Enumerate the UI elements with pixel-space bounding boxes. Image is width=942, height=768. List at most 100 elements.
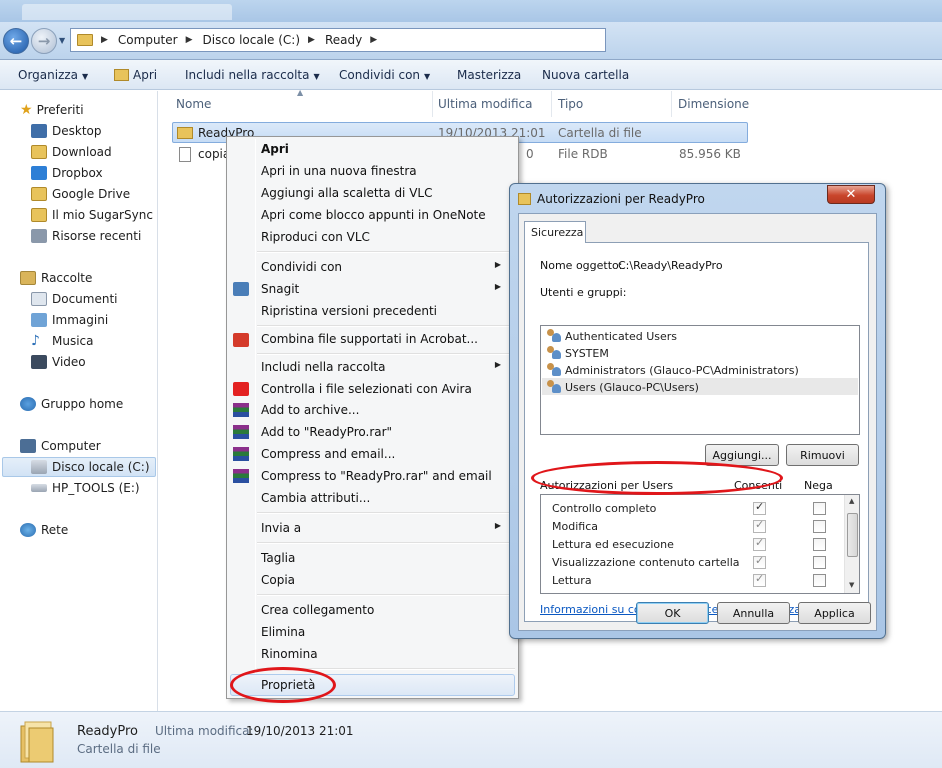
menu-item-onenote[interactable]: Apri come blocco appunti in OneNote xyxy=(261,208,486,222)
list-item[interactable]: Users (Glauco-PC\Users) xyxy=(546,379,699,395)
groups-label: Utenti e gruppi: xyxy=(540,286,627,299)
nav-computer[interactable]: Computer xyxy=(20,437,101,455)
column-divider[interactable] xyxy=(551,91,552,117)
allow-checkbox[interactable] xyxy=(753,500,766,515)
list-item[interactable]: Authenticated Users xyxy=(546,328,677,344)
chevron-right-icon[interactable]: ▶ xyxy=(186,35,193,45)
scrollbar[interactable]: ▲ ▼ xyxy=(844,495,859,593)
nav-item-video[interactable]: Video xyxy=(31,353,86,371)
allow-checkbox[interactable] xyxy=(753,572,766,587)
menu-item-change-attributes[interactable]: Cambia attributi... xyxy=(261,491,370,505)
pictures-icon xyxy=(31,313,47,327)
nav-item-recent[interactable]: Risorse recenti xyxy=(31,227,141,245)
chevron-right-icon[interactable]: ▶ xyxy=(308,35,315,45)
apply-button[interactable]: Applica xyxy=(798,602,871,624)
column-header-name[interactable]: Nome xyxy=(176,97,211,111)
include-in-library-button[interactable]: Includi nella raccolta ▼ xyxy=(185,68,320,82)
menu-item-open[interactable]: Apri xyxy=(261,142,289,156)
column-divider[interactable] xyxy=(432,91,433,117)
burn-button[interactable]: Masterizza xyxy=(457,68,521,82)
nav-item-pictures[interactable]: Immagini xyxy=(31,311,108,329)
nav-item-google-drive[interactable]: Google Drive xyxy=(31,185,130,203)
menu-item-rename[interactable]: Rinomina xyxy=(261,647,318,661)
breadcrumb-computer[interactable]: Computer xyxy=(118,33,178,47)
allow-checkbox[interactable] xyxy=(753,536,766,551)
open-button[interactable]: Apri xyxy=(114,68,157,82)
menu-item-snagit[interactable]: Snagit ▶ xyxy=(261,282,511,296)
nav-libraries[interactable]: Raccolte xyxy=(20,269,92,287)
nav-network[interactable]: Rete xyxy=(20,521,68,539)
breadcrumb-disco-locale[interactable]: Disco locale (C:) xyxy=(203,33,301,47)
menu-item-add-archive[interactable]: Add to archive... xyxy=(261,403,359,417)
deny-checkbox[interactable] xyxy=(813,520,826,533)
menu-item-delete[interactable]: Elimina xyxy=(261,625,305,639)
column-header-modified[interactable]: Ultima modifica xyxy=(438,97,533,111)
file-modified: 0 xyxy=(526,147,534,161)
list-item[interactable]: SYSTEM xyxy=(546,345,609,361)
cancel-button[interactable]: Annulla xyxy=(717,602,790,624)
organize-button[interactable]: Organizza ▼ xyxy=(18,68,88,82)
dialog-body: Sicurezza Nome oggetto: C:\Ready\ReadyPr… xyxy=(518,213,877,631)
forward-button[interactable]: → xyxy=(31,28,57,54)
address-field[interactable]: ▶ Computer ▶ Disco locale (C:) ▶ Ready ▶ xyxy=(70,28,606,52)
submenu-arrow-icon: ▶ xyxy=(494,360,501,369)
menu-item-play-vlc[interactable]: Riproduci con VLC xyxy=(261,230,370,244)
allow-checkbox[interactable] xyxy=(753,518,766,533)
ok-button[interactable]: OK xyxy=(636,602,709,624)
share-with-button[interactable]: Condividi con ▼ xyxy=(339,68,430,82)
column-divider[interactable] xyxy=(671,91,672,117)
nav-homegroup[interactable]: Gruppo home xyxy=(20,395,123,413)
tab-security[interactable]: Sicurezza xyxy=(524,221,586,243)
permission-name: Lettura ed esecuzione xyxy=(552,538,674,551)
nav-item-hp-tools[interactable]: HP_TOOLS (E:) xyxy=(31,479,140,497)
menu-item-avira[interactable]: Controlla i file selezionati con Avira xyxy=(261,382,472,396)
nav-item-desktop[interactable]: Desktop xyxy=(31,122,102,140)
dropbox-icon xyxy=(31,166,47,180)
menu-item-vlc-playlist[interactable]: Aggiungi alla scaletta di VLC xyxy=(261,186,432,200)
menu-item-compress-rar-email[interactable]: Compress to "ReadyPro.rar" and email xyxy=(261,469,492,483)
remove-button[interactable]: Rimuovi xyxy=(786,444,859,466)
menu-item-compress-email[interactable]: Compress and email... xyxy=(261,447,395,461)
menu-item-acrobat[interactable]: Combina file supportati in Acrobat... xyxy=(261,332,478,346)
allow-checkbox[interactable] xyxy=(753,554,766,569)
list-item[interactable]: Administrators (Glauco-PC\Administrators… xyxy=(546,362,799,378)
column-header-size[interactable]: Dimensione xyxy=(678,97,749,111)
menu-item-include-library[interactable]: Includi nella raccolta ▶ xyxy=(261,360,511,374)
deny-checkbox[interactable] xyxy=(813,574,826,587)
menu-item-send-to[interactable]: Invia a ▶ xyxy=(261,521,511,535)
users-list[interactable]: Authenticated Users SYSTEM Administrator… xyxy=(540,325,860,435)
winrar-icon xyxy=(233,469,249,483)
new-folder-button[interactable]: Nuova cartella xyxy=(542,68,629,82)
menu-item-create-shortcut[interactable]: Crea collegamento xyxy=(261,603,374,617)
nav-item-music[interactable]: ♪ Musica xyxy=(31,332,94,350)
scroll-up-icon[interactable]: ▲ xyxy=(849,497,854,505)
scrollbar-thumb[interactable] xyxy=(847,513,858,557)
menu-item-cut[interactable]: Taglia xyxy=(261,551,295,565)
nav-item-documents[interactable]: Documenti xyxy=(31,290,118,308)
close-button[interactable]: ✕ xyxy=(827,185,875,204)
column-header-type[interactable]: Tipo xyxy=(558,97,583,111)
nav-item-dropbox[interactable]: Dropbox xyxy=(31,164,103,182)
history-dropdown-icon[interactable]: ▼ xyxy=(59,36,65,45)
menu-separator xyxy=(257,594,515,596)
nav-item-local-disk[interactable]: Disco locale (C:) xyxy=(31,458,150,476)
menu-item-restore-versions[interactable]: Ripristina versioni precedenti xyxy=(261,304,437,318)
menu-item-share-with[interactable]: Condividi con ▶ xyxy=(261,260,511,274)
menu-item-open-new-window[interactable]: Apri in una nuova finestra xyxy=(261,164,417,178)
chevron-right-icon[interactable]: ▶ xyxy=(370,35,377,45)
back-button[interactable]: ← xyxy=(3,28,29,54)
folder-icon xyxy=(518,193,531,205)
deny-checkbox[interactable] xyxy=(813,502,826,515)
chevron-right-icon[interactable]: ▶ xyxy=(101,35,108,45)
breadcrumb-ready[interactable]: Ready xyxy=(325,33,362,47)
nav-item-sugarsync[interactable]: Il mio SugarSync xyxy=(31,206,153,224)
scroll-down-icon[interactable]: ▼ xyxy=(849,581,854,589)
nav-favorites[interactable]: ★ Preferiti xyxy=(20,101,84,119)
nav-item-download[interactable]: Download xyxy=(31,143,112,161)
submenu-arrow-icon: ▶ xyxy=(494,521,501,530)
deny-checkbox[interactable] xyxy=(813,538,826,551)
deny-checkbox[interactable] xyxy=(813,556,826,569)
winrar-icon xyxy=(233,425,249,439)
menu-item-add-rar[interactable]: Add to "ReadyPro.rar" xyxy=(261,425,392,439)
menu-item-copy[interactable]: Copia xyxy=(261,573,295,587)
